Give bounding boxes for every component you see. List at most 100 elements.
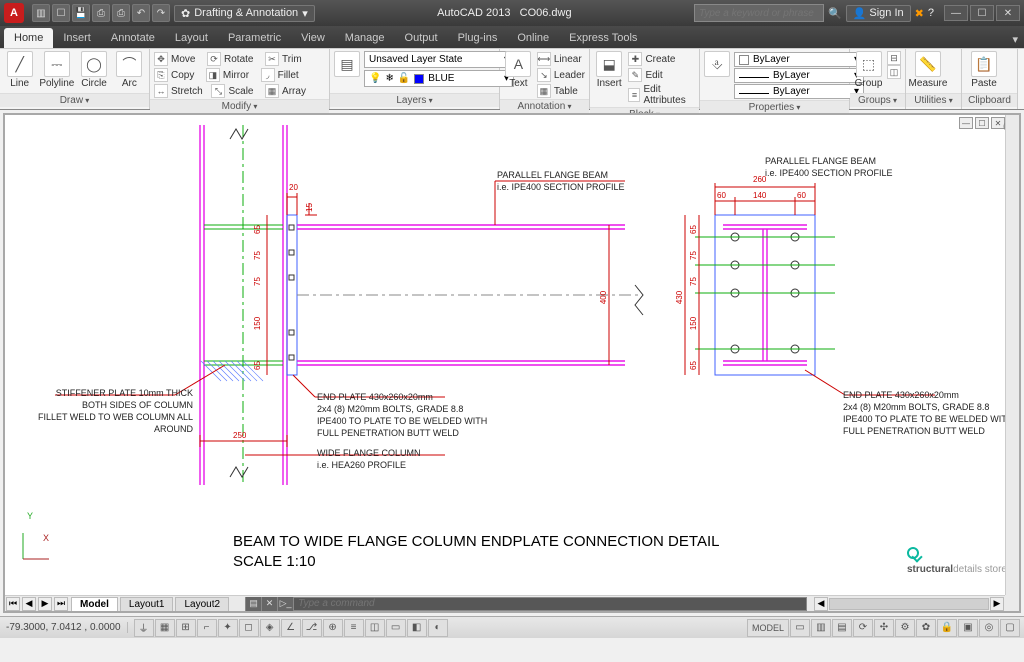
sheet-tab-layout2[interactable]: Layout2 [175,597,229,611]
stretch-button[interactable]: Stretch [171,86,203,97]
color-dropdown[interactable]: ByLayer▾ [734,52,864,67]
sb-3dosnap-icon[interactable]: ◈ [260,619,280,637]
sb-ducs-icon[interactable]: ⎇ [302,619,322,637]
saveas-icon[interactable]: ⎙ [92,4,110,22]
ribbon-expand-icon[interactable]: ▾ [1006,31,1024,48]
horizontal-scrollbar[interactable] [829,598,989,610]
command-line[interactable]: ▤ ✕ ▷_ [245,597,807,611]
sb-tpy-icon[interactable]: ◫ [365,619,385,637]
vertical-scrollbar[interactable] [1005,115,1019,595]
drawing-canvas[interactable]: 20 15 65 75 75 150 65 250 400 260 60 140… [5,115,1019,611]
sb-grid-icon[interactable]: ⊞ [176,619,196,637]
sb-layout-icon[interactable]: ▭ [790,619,810,637]
tab-plugins[interactable]: Plug-ins [448,28,508,48]
sb-infer-icon[interactable]: ⏚ [134,619,154,637]
sheet-tab-layout1[interactable]: Layout1 [120,597,174,611]
hscroll-right-icon[interactable]: ▶ [990,597,1004,611]
tab-annotate[interactable]: Annotate [101,28,165,48]
sheet-tab-model[interactable]: Model [71,597,118,611]
coords-readout[interactable]: -79.3000, 7.0412 , 0.0000 [0,622,128,633]
sb-autoscale-icon[interactable]: ⚙ [895,619,915,637]
sb-hardware-icon[interactable]: ▣ [958,619,978,637]
table-button[interactable]: ▦Table [537,83,585,99]
cmd-handle-icon[interactable]: ▤ [246,597,262,611]
help-icon[interactable]: ? [928,7,934,19]
sb-snap-icon[interactable]: ▦ [155,619,175,637]
linetype-dropdown[interactable]: ByLayer▾ [734,84,864,99]
group-edit-icon[interactable]: ◫ [887,65,901,79]
ungroup-icon[interactable]: ⊟ [887,51,901,65]
sb-am-icon[interactable]: ◐ [428,619,448,637]
tab-nav-prev-icon[interactable]: ◀ [22,597,36,611]
minimize-icon[interactable]: — [944,5,968,21]
rotate-button[interactable]: Rotate [224,54,253,65]
layer-dropdown[interactable]: 💡❄🔓BLUE▾ [364,70,514,87]
arc-button[interactable]: ⌒Arc [114,51,145,89]
workspace-selector[interactable]: ✿ Drafting & Annotation ▾ [174,5,315,22]
sb-ortho-icon[interactable]: ⌐ [197,619,217,637]
sb-annoviz-icon[interactable]: ✣ [874,619,894,637]
layer-state-dropdown[interactable]: Unsaved Layer State▾ [364,51,514,68]
undo-icon[interactable]: ↶ [132,4,150,22]
sb-model-button[interactable]: MODEL [747,619,789,637]
tab-manage[interactable]: Manage [335,28,395,48]
tab-layout[interactable]: Layout [165,28,218,48]
ucs-icon[interactable]: YX [13,529,53,571]
plot-icon[interactable]: ⎙ [112,4,130,22]
create-block-button[interactable]: ✚Create [628,51,695,67]
line-button[interactable]: ╱Line [4,51,35,89]
trim-button[interactable]: Trim [282,54,302,65]
copy-button[interactable]: Copy [171,70,194,81]
move-button[interactable]: Move [171,54,195,65]
sb-qv-icon[interactable]: ▥ [811,619,831,637]
sb-sc-icon[interactable]: ◧ [407,619,427,637]
redo-icon[interactable]: ↷ [152,4,170,22]
tab-view[interactable]: View [291,28,335,48]
sb-lwt-icon[interactable]: ≡ [344,619,364,637]
edit-block-button[interactable]: ✎Edit [628,67,695,83]
leader-button[interactable]: ↘Leader [537,67,585,83]
sb-otrack-icon[interactable]: ∠ [281,619,301,637]
sb-annoscale-icon[interactable]: ⟳ [853,619,873,637]
array-button[interactable]: Array [282,86,306,97]
signin-button[interactable]: 👤 Sign In [846,5,911,22]
polyline-button[interactable]: ⎓Polyline [39,51,74,89]
tab-home[interactable]: Home [4,28,53,48]
sb-cleanscreen-icon[interactable]: ▢ [1000,619,1020,637]
hscroll-left-icon[interactable]: ◀ [814,597,828,611]
help-search-input[interactable] [694,4,824,22]
group-button[interactable]: ⬚Group [854,51,883,89]
edit-attributes-button[interactable]: ≡Edit Attributes [628,83,695,107]
cmd-close-icon[interactable]: ✕ [262,597,278,611]
tab-nav-next-icon[interactable]: ▶ [38,597,52,611]
sb-dyn-icon[interactable]: ⊕ [323,619,343,637]
scale-button[interactable]: Scale [228,86,253,97]
sb-qvlayouts-icon[interactable]: ▤ [832,619,852,637]
paste-button[interactable]: 📋Paste [966,51,1002,89]
tab-nav-last-icon[interactable]: ⏭ [54,597,68,611]
sb-qp-icon[interactable]: ▭ [386,619,406,637]
layer-properties-button[interactable]: ▤ [334,51,360,77]
text-button[interactable]: AText [504,51,533,89]
sb-polar-icon[interactable]: ✦ [218,619,238,637]
lineweight-dropdown[interactable]: ByLayer▾ [734,68,864,83]
search-icon[interactable]: 🔍 [828,7,842,20]
maximize-icon[interactable]: ☐ [970,5,994,21]
measure-button[interactable]: 📏Measure [910,51,946,89]
mirror-button[interactable]: Mirror [223,70,249,81]
sb-isolate-icon[interactable]: ◎ [979,619,999,637]
fillet-button[interactable]: Fillet [278,70,299,81]
tab-insert[interactable]: Insert [53,28,101,48]
app-menu-icon[interactable]: A [4,3,24,23]
tab-expresstools[interactable]: Express Tools [559,28,647,48]
save-icon[interactable]: 💾 [72,4,90,22]
open-icon[interactable]: ☐ [52,4,70,22]
close-icon[interactable]: ✕ [996,5,1020,21]
linear-dim-button[interactable]: ⟷Linear [537,51,585,67]
sb-toolbar-lock-icon[interactable]: 🔒 [937,619,957,637]
tab-output[interactable]: Output [395,28,448,48]
circle-button[interactable]: ◯Circle [78,51,109,89]
sb-ws-icon[interactable]: ✿ [916,619,936,637]
command-input[interactable] [294,598,806,609]
exchange-icon[interactable]: ✖ [915,7,924,20]
